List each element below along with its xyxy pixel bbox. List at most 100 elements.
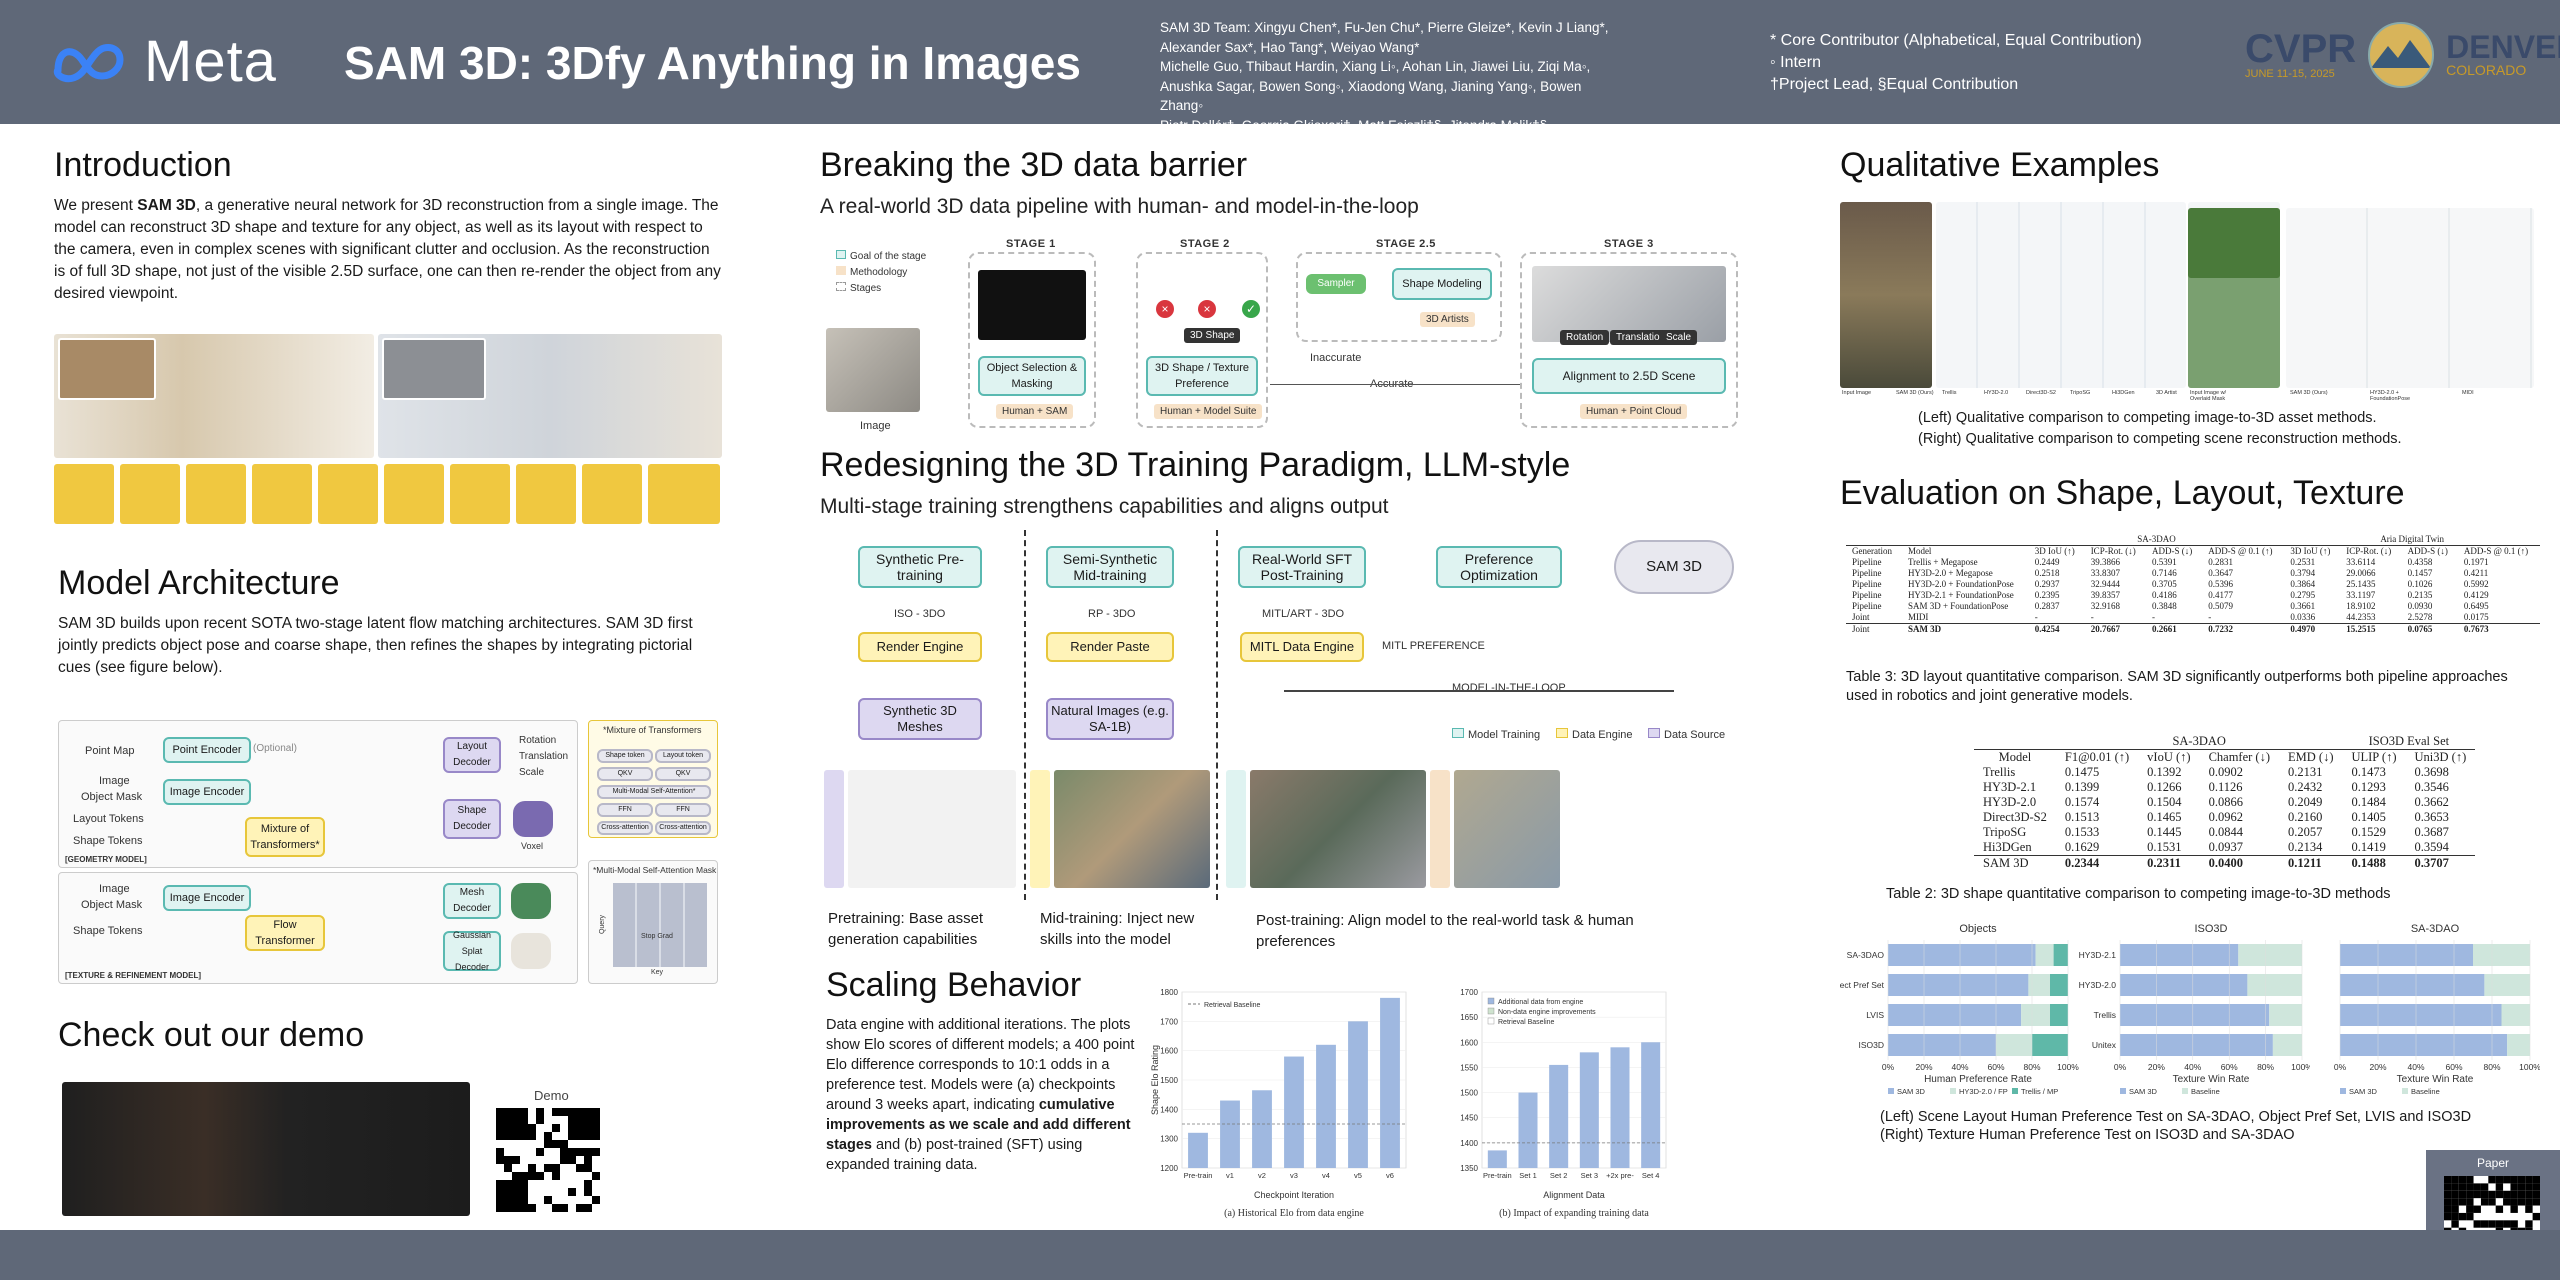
- table-cell: 0.3594: [2414, 840, 2449, 854]
- x-tick-label: v3: [1290, 1171, 1298, 1180]
- table-cell: 0.5396: [2208, 579, 2233, 589]
- table-cell: 0.2432: [2288, 780, 2323, 794]
- table-cell: 0.1457: [2407, 568, 2433, 578]
- table-cell: 25.1435: [2346, 579, 2376, 589]
- y-tick-label: LVIS: [1866, 1010, 1884, 1020]
- legend-data-engine: Data Engine: [1556, 728, 1633, 741]
- demo-video-frame[interactable]: [62, 1082, 470, 1216]
- demo-qr-code[interactable]: [496, 1108, 600, 1212]
- qr-module: [536, 1116, 544, 1124]
- qr-module: [560, 1204, 568, 1212]
- qr-module: [584, 1156, 592, 1164]
- table-cell: 0.3661: [2290, 601, 2316, 611]
- x-tick-label: 60%: [2445, 1062, 2462, 1072]
- qr-module: [2532, 1190, 2540, 1199]
- author-line: Michelle Guo, Thibaut Hardin, Xiang Li◦,…: [1160, 59, 1591, 74]
- legend-text: SAM 3D: [2349, 1087, 2378, 1096]
- table-cell: -: [2090, 612, 2094, 622]
- stacked-bar-segment: [2050, 974, 2068, 996]
- qr-module: [2532, 1183, 2540, 1191]
- output-label: Scale: [519, 767, 545, 778]
- table-row: Pipeline Trellis + Megapose 0.2449 39.3866 0…: [1846, 557, 2540, 568]
- qr-module: [512, 1116, 520, 1124]
- method-pill: Human + Model Suite: [1154, 404, 1263, 419]
- qr-module: [2444, 1212, 2452, 1221]
- y-tick-label: SA-3DAO: [1847, 950, 1885, 960]
- bar: [1518, 1092, 1538, 1168]
- stacked-bar-segment: [2032, 1034, 2068, 1056]
- qualitative-section: Qualitative Examples: [1840, 146, 2540, 195]
- qr-module: [2532, 1176, 2540, 1184]
- splat-render: [511, 933, 551, 969]
- edge-label: RP - 3DO: [1088, 608, 1136, 620]
- stacked-bar-segment: [2028, 974, 2050, 996]
- stacked-bar-segment: [2120, 1004, 2270, 1026]
- table-cell: 0.2344: [2064, 856, 2100, 870]
- poster-header: Meta SAM 3D: 3Dfy Anything in Images SAM…: [0, 0, 2560, 133]
- table-cell: 0.0937: [2208, 840, 2243, 854]
- qr-module: [512, 1180, 520, 1188]
- qr-module: [2503, 1220, 2511, 1228]
- qr-module: [512, 1172, 520, 1180]
- scene-input: [2188, 208, 2280, 278]
- legend-text: Trellis / MP: [2021, 1087, 2058, 1096]
- qr-module: [592, 1124, 600, 1132]
- qr-module: [528, 1124, 536, 1132]
- qr-module: [496, 1196, 504, 1204]
- table-row: Direct3D-S2 0.1513 0.1465 0.0962 0.2160 0.140…: [1974, 810, 2475, 825]
- qr-module: [576, 1124, 584, 1132]
- table-cell: 33.8307: [2090, 568, 2120, 578]
- table-header-row: Generation Model 3D IoU (↑) ICP-Rot. (↓) ADD…: [1846, 545, 2540, 558]
- qr-module: [2451, 1212, 2459, 1221]
- x-tick-label: v6: [1386, 1171, 1394, 1180]
- table-cell: Joint: [1852, 624, 1870, 634]
- qr-module: [504, 1132, 512, 1140]
- table-row: TripoSG 0.1533 0.1445 0.0844 0.2057 0.1529 0.3…: [1974, 825, 2475, 840]
- qr-module: [2503, 1198, 2511, 1206]
- table-column-header: EMD (↓): [2288, 750, 2334, 764]
- table-cell: 2.5278: [2407, 612, 2433, 622]
- qr-module: [2517, 1183, 2526, 1191]
- qr-module: [552, 1108, 560, 1116]
- scene-comparison-grid: [2286, 208, 2534, 388]
- qr-module: [544, 1164, 552, 1172]
- legend-text: Retrieval Baseline: [1498, 1019, 1555, 1026]
- legend-text: Methodology: [850, 267, 908, 278]
- object-thumb: [186, 464, 246, 524]
- qr-module: [512, 1132, 520, 1140]
- qr-module: [496, 1180, 504, 1188]
- qr-module: [520, 1188, 528, 1196]
- qr-module: [2473, 1205, 2481, 1213]
- qr-module: [2458, 1183, 2467, 1191]
- mask-stop-label: Stop Grad: [641, 933, 673, 940]
- table-cell: 0.3848: [2152, 601, 2177, 611]
- stacked-bar-segment: [2269, 1004, 2302, 1026]
- output-label: Translation: [519, 751, 569, 762]
- strip-label-bg: [824, 770, 844, 888]
- table-header: Generation Model 3D IoU (↑) ICP-Rot. (↓) ADD…: [1846, 545, 2540, 558]
- alignment-block: Alignment to 2.5D Scene: [1532, 358, 1726, 394]
- y-tick-label: 1700: [1160, 1017, 1178, 1026]
- table-cell: 0.1419: [2351, 840, 2386, 854]
- table-cell: 0.2160: [2288, 810, 2323, 824]
- table-row: Pipeline HY3D-2.0 + FoundationPose 0.2937 3…: [1846, 579, 2540, 590]
- edge-label: ISO - 3DO: [894, 608, 946, 620]
- bar: [1380, 997, 1400, 1168]
- y-tick-label: 1300: [1160, 1135, 1178, 1144]
- accept-icon: ✓: [1242, 300, 1260, 318]
- city-name: DENVER: [2446, 29, 2560, 65]
- qr-module: [512, 1108, 520, 1116]
- qr-module: [2510, 1205, 2518, 1213]
- mask-query-label: Query: [599, 914, 607, 935]
- table-column-header: Uni3D (↑): [2414, 750, 2467, 764]
- input-label: Image: [99, 883, 130, 895]
- table-column-header: F1@0.01 (↑): [2064, 750, 2130, 764]
- x-axis-label: Texture Win Rate: [2173, 1074, 2250, 1085]
- render-paste-grid: [1054, 770, 1210, 888]
- qr-module: [520, 1172, 528, 1180]
- chart-title: SA-3DAO: [2411, 923, 2460, 935]
- x-tick-label: 40%: [1951, 1062, 1968, 1072]
- stacked-bar-segment: [1888, 1034, 1996, 1056]
- section-title: Qualitative Examples: [1840, 146, 2160, 184]
- qr-module: [560, 1140, 568, 1148]
